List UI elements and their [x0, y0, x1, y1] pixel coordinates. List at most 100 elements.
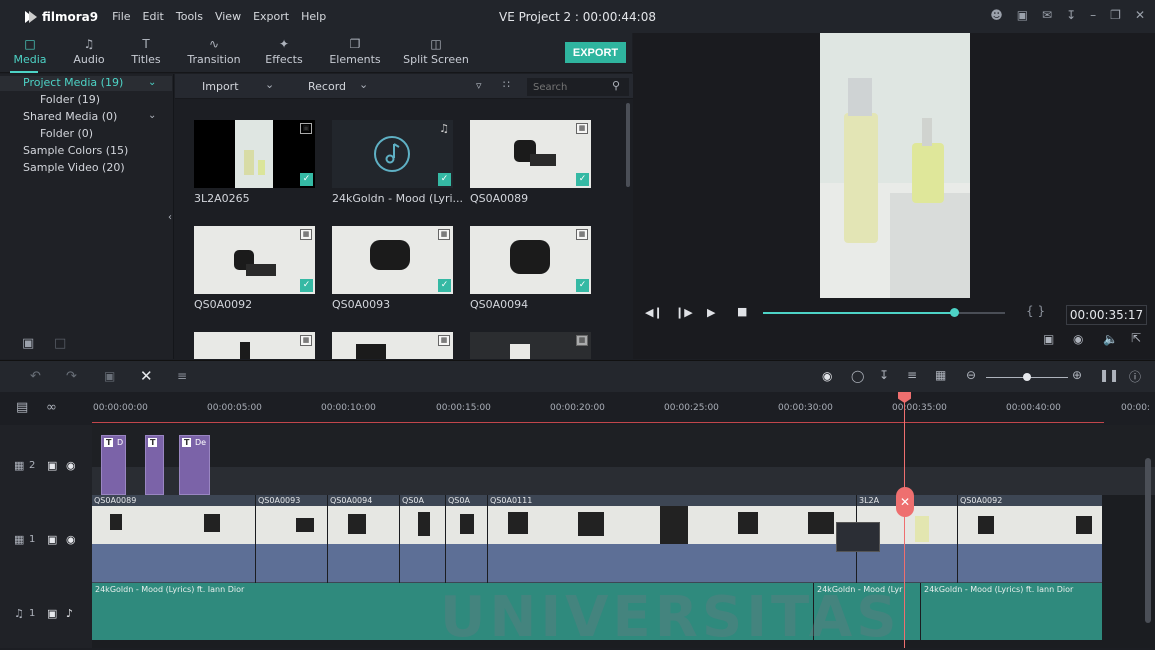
media-scrollbar[interactable] [626, 103, 630, 187]
restore-icon[interactable]: ❐ [1110, 8, 1121, 22]
download-icon[interactable]: ↧ [1066, 8, 1076, 22]
tab-transition[interactable]: ∿ Transition [184, 37, 244, 66]
lock-icon[interactable]: ▣ [47, 607, 57, 620]
video-clip[interactable]: QS0A0089 [92, 495, 256, 583]
next-frame-icon[interactable]: ❙▶ [675, 306, 693, 319]
video-clip[interactable]: QS0A [446, 495, 488, 583]
video-clip[interactable]: QS0A0093 [256, 495, 328, 583]
eye-icon[interactable]: ◉ [66, 533, 76, 546]
video-clip[interactable]: QS0A0094 [328, 495, 400, 583]
volume-icon[interactable]: 🔈 [1103, 332, 1118, 346]
tab-audio[interactable]: ♫ Audio [62, 37, 116, 66]
grid-view-icon[interactable]: ∷ [503, 78, 510, 91]
redo-icon[interactable]: ↷ [66, 369, 77, 384]
menu-tools[interactable]: Tools [176, 10, 203, 23]
fit-timeline-icon[interactable]: ▦ [935, 368, 946, 382]
render-preview-icon[interactable]: ▣ [1043, 332, 1054, 346]
search-icon[interactable]: ⚲ [612, 79, 620, 92]
record-dropdown-icon[interactable]: ⌄ [359, 78, 368, 91]
menu-help[interactable]: Help [301, 10, 326, 23]
title-clip[interactable]: T [145, 435, 164, 495]
voiceover-icon[interactable]: ≡ [907, 368, 917, 382]
ruler-tick: 00:00:05:00 [207, 403, 262, 413]
previous-frame-icon[interactable]: ◀❙ [645, 306, 663, 319]
media-thumb-audio[interactable]: ♫ ✓ [332, 120, 453, 188]
library-folder[interactable]: Folder (19) [40, 93, 100, 106]
video-clip[interactable]: QS0A [400, 495, 446, 583]
tab-media[interactable]: □ Media [3, 37, 57, 66]
stop-icon[interactable]: ■ [737, 305, 747, 318]
microphone-icon[interactable]: ↧ [879, 368, 889, 382]
timeline-scrollbar[interactable] [1145, 458, 1151, 623]
mark-in-out-icon[interactable]: { } [1026, 304, 1045, 318]
tab-elements[interactable]: ❐ Elements [327, 37, 383, 66]
mail-icon[interactable]: ✉ [1042, 8, 1052, 22]
media-thumb-qs0a0092[interactable]: ▦ ✓ [194, 226, 315, 294]
video-clip[interactable]: QS0A0111 [488, 495, 857, 583]
media-thumb-qs0a0094[interactable]: ▦ ✓ [470, 226, 591, 294]
library-project-media[interactable]: Project Media (19) [23, 76, 123, 89]
adjust-icon[interactable]: ≡ [177, 369, 187, 383]
media-thumb-qs0a0089[interactable]: ▦ ✓ [470, 120, 591, 188]
media-thumb[interactable]: ▦ [332, 332, 453, 359]
import-dropdown-icon[interactable]: ⌄ [265, 78, 274, 91]
media-thumb[interactable]: ▦ [194, 332, 315, 359]
zoom-out-icon[interactable]: ⊖ [966, 368, 976, 382]
title-clip[interactable]: T De [179, 435, 210, 495]
split-scissors-icon[interactable]: ✕ [896, 487, 914, 517]
video-type-icon: ▦ [300, 335, 312, 346]
tab-titles[interactable]: T Titles [119, 37, 173, 66]
fullscreen-icon[interactable]: ⇱ [1131, 331, 1141, 345]
pause-layout-icon[interactable]: ❚❚ [1099, 368, 1119, 382]
library-shared-folder[interactable]: Folder (0) [40, 127, 93, 140]
library-sample-colors[interactable]: Sample Colors (15) [23, 144, 128, 157]
link-icon[interactable]: ∞ [46, 400, 57, 415]
playback-scrubber[interactable] [950, 308, 960, 317]
add-track-icon[interactable]: ▤ [16, 400, 28, 415]
new-folder-icon[interactable]: ▣ [22, 336, 34, 351]
menu-export[interactable]: Export [253, 10, 289, 23]
help-icon[interactable]: ⓘ [1129, 368, 1141, 385]
library-sample-video[interactable]: Sample Video (20) [23, 161, 125, 174]
media-thumb[interactable]: ▦ [470, 332, 591, 359]
undo-icon[interactable]: ↶ [30, 369, 41, 384]
menu-edit[interactable]: Edit [143, 10, 164, 23]
eye-icon[interactable]: ◉ [66, 459, 76, 472]
render-icon[interactable]: ◉ [822, 369, 832, 383]
zoom-slider-knob[interactable] [1023, 373, 1031, 381]
cut-icon[interactable]: ✕ [140, 367, 153, 385]
account-icon[interactable]: ☻ [990, 8, 1003, 22]
zoom-in-icon[interactable]: ⊕ [1072, 368, 1082, 382]
delete-folder-icon[interactable]: □ [54, 336, 66, 351]
snapshot-icon[interactable]: ◉ [1073, 332, 1083, 346]
import-button[interactable]: Import [202, 80, 239, 93]
marker-icon[interactable]: ◯ [851, 369, 864, 383]
chevron-down-icon[interactable]: ⌄ [148, 77, 156, 88]
speaker-icon[interactable]: ♪ [66, 607, 73, 620]
lock-icon[interactable]: ▣ [47, 459, 57, 472]
media-thumb-3l2a0265[interactable]: ▣ ✓ [194, 120, 315, 188]
video-clip[interactable]: QS0A0092 [958, 495, 1103, 583]
audio-clip[interactable]: 24kGoldn - Mood (Lyrics) ft. Iann Dior [921, 583, 1103, 640]
lock-icon[interactable]: ▣ [47, 533, 57, 546]
ruler-tick: 00:00:30:00 [778, 403, 833, 413]
chevron-down-icon[interactable]: ⌄ [148, 110, 156, 121]
tab-split-screen[interactable]: ◫ Split Screen [402, 37, 470, 66]
ruler-tick: 00:00:10:00 [321, 403, 376, 413]
export-button[interactable]: EXPORT [565, 42, 626, 63]
menu-file[interactable]: File [112, 10, 130, 23]
minimize-icon[interactable]: – [1090, 8, 1096, 22]
record-button[interactable]: Record [308, 80, 346, 93]
play-icon[interactable]: ▶ [707, 306, 715, 319]
save-icon[interactable]: ▣ [1017, 8, 1028, 22]
title-clip[interactable]: T D [101, 435, 126, 495]
timeline-ruler[interactable]: ▤ ∞ 00:00:00:00 00:00:05:00 00:00:10:00 … [0, 392, 1155, 425]
collapse-panel-icon[interactable]: ‹ [168, 212, 172, 223]
library-shared-media[interactable]: Shared Media (0) [23, 110, 117, 123]
tab-effects[interactable]: ✦ Effects [257, 37, 311, 66]
filter-icon[interactable]: ▿ [476, 79, 482, 92]
close-icon[interactable]: ✕ [1135, 8, 1145, 22]
media-thumb-qs0a0093[interactable]: ▦ ✓ [332, 226, 453, 294]
delete-icon[interactable]: ▣ [104, 369, 115, 383]
menu-view[interactable]: View [215, 10, 241, 23]
